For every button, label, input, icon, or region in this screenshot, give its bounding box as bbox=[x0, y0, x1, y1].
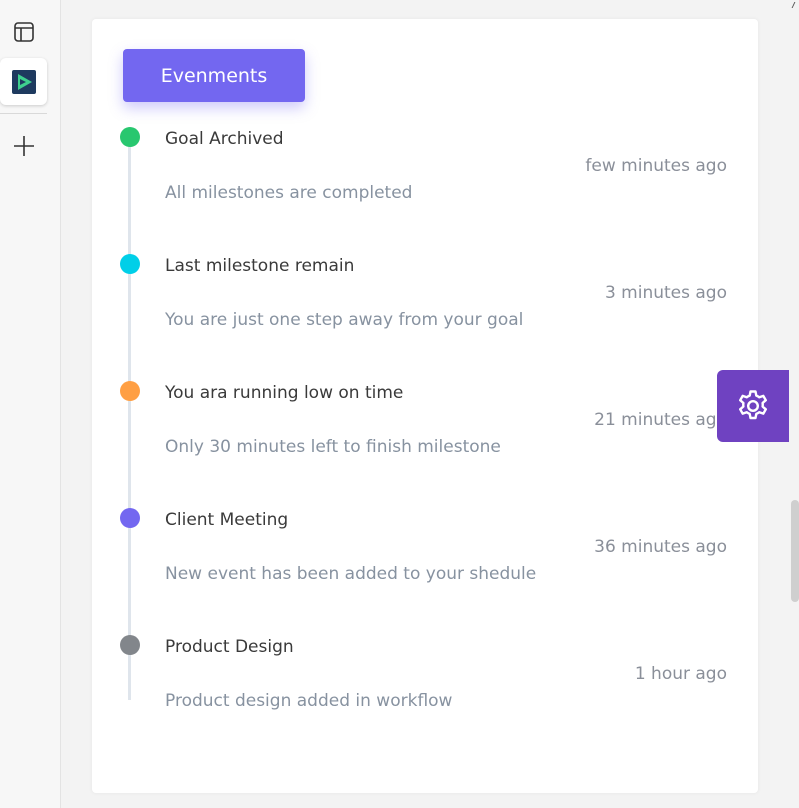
settings-button[interactable] bbox=[717, 370, 789, 442]
event-title: You ara running low on time bbox=[165, 383, 404, 403]
event-time: few minutes ago bbox=[585, 156, 727, 176]
timeline-dot bbox=[120, 508, 140, 528]
event-title: Product Design bbox=[165, 637, 294, 657]
timeline-dot bbox=[120, 127, 140, 147]
sidebar-divider bbox=[0, 113, 47, 114]
event-title: Last milestone remain bbox=[165, 256, 355, 276]
timeline-line bbox=[128, 140, 131, 700]
timeline-dot bbox=[120, 635, 140, 655]
event-title: Client Meeting bbox=[165, 510, 289, 530]
event-description: All milestones are completed bbox=[165, 183, 413, 203]
event-time: 1 hour ago bbox=[634, 664, 727, 684]
scrollbar-thumb[interactable] bbox=[791, 500, 799, 602]
event-time: 36 minutes ago bbox=[594, 537, 727, 557]
event-description: Only 30 minutes left to finish milestone bbox=[165, 437, 501, 457]
event-description: New event has been added to your shedule bbox=[165, 564, 537, 584]
timeline-dot bbox=[120, 381, 140, 401]
plus-icon bbox=[13, 135, 34, 156]
event-time: 21 minutes ago bbox=[594, 410, 727, 430]
event-time: 3 minutes ago bbox=[604, 283, 727, 303]
add-button[interactable] bbox=[0, 122, 47, 169]
event-title: Goal Archived bbox=[165, 129, 284, 149]
event-description: You are just one step away from your goa… bbox=[165, 310, 524, 330]
timeline-dot bbox=[120, 254, 140, 274]
gear-icon bbox=[739, 390, 767, 420]
event-description: Product design added in workflow bbox=[165, 691, 453, 711]
timeline-event: Product Design 1 hour ago Product design… bbox=[0, 0, 799, 711]
left-sidebar bbox=[0, 0, 61, 808]
